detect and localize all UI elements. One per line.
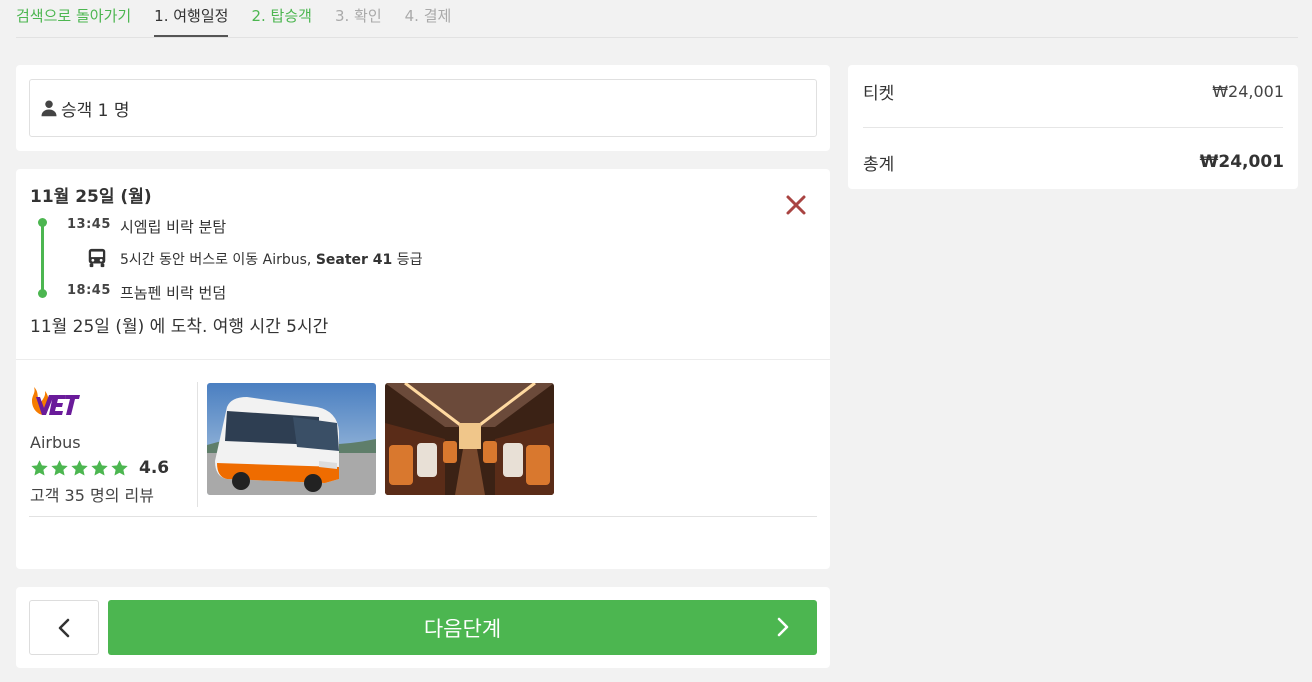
arrival-note: 11월 25일 (월) 에 도착. 여행 시간 5시간 xyxy=(30,317,329,337)
next-step-label: 다음단계 xyxy=(423,616,502,641)
total-price: ₩24,001 xyxy=(1199,152,1284,172)
operator-logo xyxy=(32,387,80,415)
star-icon xyxy=(51,459,68,476)
star-icon xyxy=(71,459,88,476)
next-step-button[interactable]: 다음단계 xyxy=(108,600,817,655)
back-button[interactable] xyxy=(29,600,99,655)
back-to-search-link[interactable]: 검색으로 돌아가기 xyxy=(16,0,131,37)
travel-description: 5시간 동안 버스로 이동 Airbus, Seater 41 등급 xyxy=(120,249,423,269)
chevron-right-icon xyxy=(777,617,789,637)
divider xyxy=(29,516,817,517)
arrival-time: 18:45 xyxy=(67,283,111,298)
price-summary-card: 티켓 ₩24,001 총계 ₩24,001 xyxy=(848,65,1298,189)
review-count: 고객 35 명의 리뷰 xyxy=(30,486,154,505)
timeline-line xyxy=(41,222,44,294)
ticket-price: ₩24,001 xyxy=(1212,82,1284,101)
rating-value: 4.6 xyxy=(139,458,170,478)
person-icon xyxy=(41,100,57,117)
bus-exterior-photo[interactable] xyxy=(207,383,376,495)
seat-class: Seater 41 xyxy=(315,252,393,268)
star-icon xyxy=(111,459,128,476)
bus-interior-photo[interactable] xyxy=(385,383,554,495)
ticket-label: 티켓 xyxy=(863,84,895,104)
passenger-card: 승객 1 명 xyxy=(16,65,830,151)
vertical-divider xyxy=(197,382,198,507)
step-payment: 4. 결제 xyxy=(404,7,452,25)
total-label: 총계 xyxy=(863,155,895,175)
chevron-left-icon xyxy=(58,618,70,637)
travel-text: 5시간 동안 버스로 이동 Airbus, xyxy=(120,252,316,268)
rating-stars: 4.6 xyxy=(30,458,169,478)
step-confirm: 3. 확인 xyxy=(334,7,382,25)
trip-card: 11월 25일 (월) 13:45 시엠립 비락 분탐 5시간 동안 버스로 이… xyxy=(16,169,830,569)
bus-icon xyxy=(88,248,106,268)
divider xyxy=(16,359,830,360)
passenger-selector[interactable]: 승객 1 명 xyxy=(29,79,817,137)
operator-name: Airbus xyxy=(30,433,81,452)
passenger-count: 승객 1 명 xyxy=(61,100,130,121)
step-passengers[interactable]: 2. 탑승객 xyxy=(251,0,311,37)
star-icon xyxy=(91,459,108,476)
close-icon[interactable] xyxy=(784,193,808,217)
departure-place: 시엠립 비락 분탐 xyxy=(120,218,227,236)
step-itinerary[interactable]: 1. 여행일정 xyxy=(154,0,229,37)
divider xyxy=(863,127,1283,128)
departure-dot xyxy=(38,218,47,227)
departure-time: 13:45 xyxy=(67,217,111,232)
travel-text-suffix: 등급 xyxy=(392,252,423,268)
trip-date: 11월 25일 (월) xyxy=(30,187,152,207)
step-navigation: 검색으로 돌아가기 1. 여행일정 2. 탑승객 3. 확인 4. 결제 xyxy=(16,0,1298,38)
arrival-dot xyxy=(38,289,47,298)
star-icon xyxy=(31,459,48,476)
arrival-place: 프놈펜 비락 번덤 xyxy=(120,284,227,302)
action-card: 다음단계 xyxy=(16,587,830,668)
